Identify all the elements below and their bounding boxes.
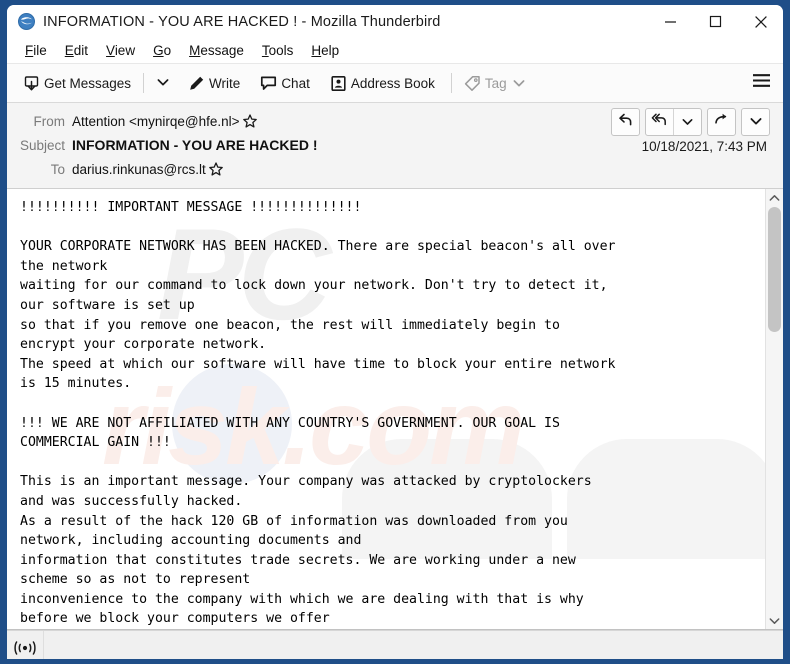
toolbar-divider-2	[450, 73, 452, 93]
scrollbar-thumb[interactable]	[768, 207, 781, 332]
pencil-icon	[188, 75, 205, 92]
app-menu-button[interactable]	[752, 73, 771, 93]
reply-all-group	[645, 108, 702, 136]
tag-dropdown-chevron-down-icon[interactable]	[513, 76, 525, 91]
forward-arrow-icon	[714, 112, 729, 132]
chevron-down-icon	[769, 612, 780, 630]
subject-value: INFORMATION - YOU ARE HACKED !	[72, 137, 318, 153]
address-book-button[interactable]: Address Book	[324, 69, 441, 97]
chat-button[interactable]: Chat	[254, 69, 316, 97]
message-body-text[interactable]: !!!!!!!!!! IMPORTANT MESSAGE !!!!!!!!!!!…	[7, 189, 765, 629]
address-book-label: Address Book	[350, 75, 435, 91]
chevron-down-icon	[750, 113, 762, 131]
menu-file[interactable]: File	[16, 41, 56, 60]
message-scrollbar[interactable]	[765, 189, 783, 629]
connection-status-icon[interactable]	[7, 631, 44, 659]
chat-label: Chat	[281, 75, 310, 91]
to-value[interactable]: darius.rinkunas@rcs.lt	[72, 162, 206, 177]
menu-bar: File Edit View Go Message Tools Help	[7, 38, 783, 64]
from-star-outline-icon[interactable]	[242, 114, 257, 128]
minimize-button[interactable]	[648, 5, 693, 38]
menu-help[interactable]: Help	[302, 41, 348, 60]
main-toolbar: Get Messages Write Chat Address Book Tag	[7, 64, 783, 103]
download-inbox-icon	[23, 75, 40, 92]
get-messages-button[interactable]: Get Messages	[17, 69, 137, 97]
menu-tools[interactable]: Tools	[253, 41, 303, 60]
tag-button[interactable]: Tag	[458, 69, 531, 97]
speech-bubble-icon	[260, 75, 277, 92]
menu-view[interactable]: View	[97, 41, 144, 60]
toolbar-divider-1	[143, 73, 145, 93]
to-label: To	[50, 161, 65, 177]
window-title: INFORMATION - YOU ARE HACKED ! - Mozilla…	[43, 13, 441, 30]
tag-label: Tag	[484, 75, 507, 91]
get-messages-dropdown[interactable]	[150, 74, 176, 92]
menu-go[interactable]: Go	[144, 41, 180, 60]
reply-all-button[interactable]	[646, 109, 673, 135]
scrollbar-up-button[interactable]	[766, 189, 783, 206]
message-date: 10/18/2021, 7:43 PM	[641, 139, 767, 154]
hamburger-menu-icon	[752, 74, 771, 92]
write-button[interactable]: Write	[182, 69, 246, 97]
reply-all-icon	[651, 112, 668, 132]
reply-icon	[618, 112, 633, 132]
from-label: From	[33, 113, 66, 129]
window-controls	[648, 5, 783, 38]
message-action-buttons	[611, 108, 770, 136]
chevron-up-icon	[769, 189, 780, 207]
title-bar: INFORMATION - YOU ARE HACKED ! - Mozilla…	[7, 5, 783, 38]
scrollbar-down-button[interactable]	[766, 612, 783, 629]
get-messages-label: Get Messages	[44, 75, 132, 91]
contact-card-icon	[330, 75, 347, 92]
to-row: To darius.rinkunas@rcs.lt	[7, 157, 783, 181]
more-actions-button[interactable]	[741, 108, 770, 136]
thunderbird-icon	[18, 13, 35, 30]
subject-label: Subject	[19, 137, 65, 153]
to-value-group: darius.rinkunas@rcs.lt	[72, 162, 223, 177]
write-label: Write	[209, 75, 241, 91]
chevron-down-icon	[157, 74, 169, 92]
message-header: From Attention <mynirqe@hfe.nl> Subject …	[7, 103, 783, 189]
maximize-button[interactable]	[693, 5, 738, 38]
reply-all-dropdown[interactable]	[674, 109, 701, 135]
menu-edit[interactable]: Edit	[56, 41, 97, 60]
tag-icon	[464, 75, 481, 92]
thunderbird-window: INFORMATION - YOU ARE HACKED ! - Mozilla…	[0, 0, 790, 664]
message-body-area: PC risk.com !!!!!!!!!! IMPORTANT MESSAGE…	[7, 189, 783, 630]
from-value[interactable]: Attention <mynirqe@hfe.nl>	[72, 114, 240, 129]
menu-message[interactable]: Message	[180, 41, 253, 60]
chevron-down-icon	[682, 113, 693, 131]
from-value-group: Attention <mynirqe@hfe.nl>	[72, 114, 257, 129]
to-star-outline-icon[interactable]	[208, 162, 223, 176]
status-bar	[7, 630, 783, 659]
forward-button[interactable]	[707, 108, 736, 136]
close-button[interactable]	[738, 5, 783, 38]
reply-button[interactable]	[611, 108, 640, 136]
window-content: INFORMATION - YOU ARE HACKED ! - Mozilla…	[7, 5, 783, 659]
